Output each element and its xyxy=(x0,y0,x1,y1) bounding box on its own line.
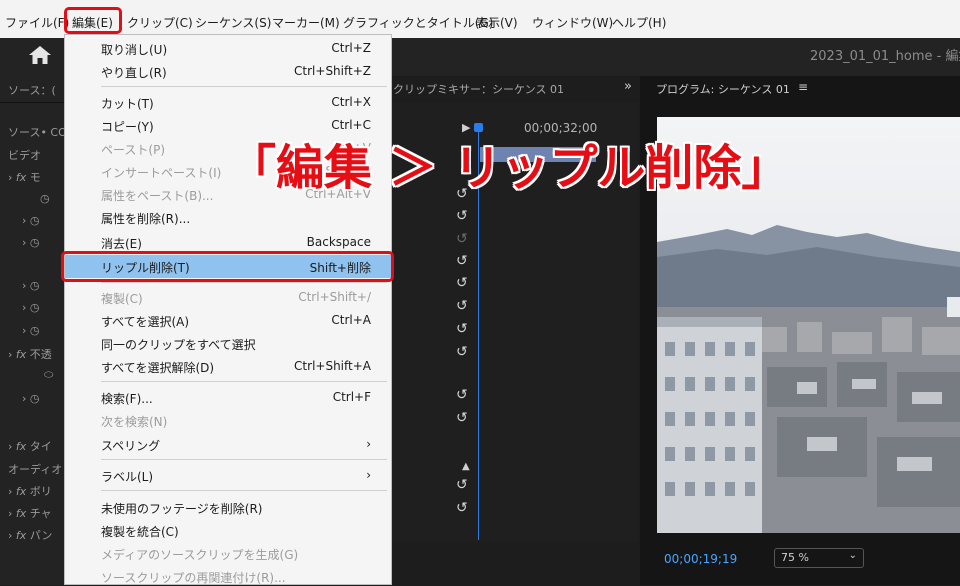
home-icon[interactable] xyxy=(28,45,52,65)
menu-separator xyxy=(101,490,387,491)
menu-marker[interactable]: マーカー(M) xyxy=(272,14,340,31)
edit-menu-dropdown: 取り消し(U) Ctrl+Z やり直し(R) Ctrl+Shift+Z カット(T)… xyxy=(64,34,392,585)
menu-item-select-all-matching[interactable]: 同一のクリップをすべて選択 xyxy=(65,333,391,353)
stopwatch-icon[interactable]: ◷ xyxy=(40,192,50,205)
reset-icon[interactable]: ↺ xyxy=(456,477,468,493)
menu-separator xyxy=(101,86,387,87)
reset-icon[interactable]: ↺ xyxy=(456,231,468,247)
menu-graphics[interactable]: グラフィックとタイトル(G) xyxy=(343,14,493,31)
project-title: 2023_01_01_home - 編集 xyxy=(810,49,960,64)
menu-window[interactable]: ウィンドウ(W) xyxy=(532,14,613,31)
chevron-down-icon: ⌄ xyxy=(848,550,857,561)
expand-icon[interactable]: › ◷ xyxy=(22,301,40,314)
reset-icon[interactable]: ↺ xyxy=(456,321,468,337)
channel-row[interactable]: › fx チャ xyxy=(8,505,52,521)
expand-icon[interactable]: › ◷ xyxy=(22,236,40,249)
reset-icon[interactable]: ↺ xyxy=(456,253,468,269)
program-monitor-title[interactable]: プログラム: シーケンス 01 xyxy=(656,81,790,97)
menu-item-generate-source-clips[interactable]: メディアのソースクリップを生成(G) xyxy=(65,543,391,563)
menu-item-select-all[interactable]: すべてを選択(A) Ctrl+A xyxy=(65,310,391,330)
panner-row[interactable]: › fx パン xyxy=(8,527,52,543)
menu-view[interactable]: 表示(V) xyxy=(476,14,518,31)
motion-label: モ xyxy=(29,171,41,184)
reset-icon[interactable]: ↺ xyxy=(456,387,468,403)
motion-row[interactable]: › fx モ xyxy=(8,169,41,185)
clip-mixer-tab[interactable]: クリップミキサー：シーケンス 01 xyxy=(393,81,564,97)
panel-overflow-icon[interactable]: » xyxy=(624,79,632,94)
menu-bar: ファイル(F) 編集(E) クリップ(C) シーケンス(S) マーカー(M) グ… xyxy=(0,0,960,38)
menu-item-label[interactable]: ラベル(L) › xyxy=(65,465,391,485)
menu-item-find[interactable]: 検索(F)... Ctrl+F xyxy=(65,387,391,407)
collapse-arrow-icon[interactable]: ▲ xyxy=(462,461,470,472)
menu-separator xyxy=(101,459,387,460)
volume-label: ボリ xyxy=(29,485,52,498)
volume-row[interactable]: › fx ボリ xyxy=(8,483,52,499)
panel-menu-icon[interactable]: ≡ xyxy=(798,80,808,94)
program-timecode[interactable]: 00;00;19;19 xyxy=(664,552,737,566)
source-clip-label: ソース• CO xyxy=(8,126,67,139)
panner-label: パン xyxy=(29,529,53,542)
channel-label: チャ xyxy=(29,507,52,520)
mask-ellipse-icon[interactable]: ⬭ xyxy=(44,368,53,382)
menu-file[interactable]: ファイル(F) xyxy=(5,14,69,31)
annotation-caption: 「編集 ＞ リップル削除」 xyxy=(228,140,790,196)
reset-icon[interactable]: ↺ xyxy=(456,410,468,426)
reset-icon[interactable]: ↺ xyxy=(456,298,468,314)
menu-item-spelling[interactable]: スペリング › xyxy=(65,434,391,454)
menu-item-clear[interactable]: 消去(E) Backspace xyxy=(65,232,391,252)
expand-icon[interactable]: › ◷ xyxy=(22,324,40,337)
menu-item-redo[interactable]: やり直し(R) Ctrl+Shift+Z xyxy=(65,61,391,81)
opacity-label: 不透 xyxy=(29,348,52,361)
menu-help[interactable]: ヘルプ(H) xyxy=(612,14,666,31)
menu-item-undo[interactable]: 取り消し(U) Ctrl+Z xyxy=(65,38,391,58)
reset-icon[interactable]: ↺ xyxy=(456,500,468,516)
menu-item-duplicate[interactable]: 複製(C) Ctrl+Shift+/ xyxy=(65,287,391,307)
submenu-arrow-icon: › xyxy=(366,468,371,482)
video-section-label: ビデオ xyxy=(8,149,41,162)
zoom-level-select[interactable]: 75 % ⌄ xyxy=(774,548,864,568)
edit-menu-highlight-ring xyxy=(64,7,122,34)
type-label: タイ xyxy=(29,440,52,453)
reset-icon[interactable]: ↺ xyxy=(456,208,468,224)
zoom-level-value: 75 % xyxy=(781,551,809,564)
opacity-row[interactable]: › fx 不透 xyxy=(8,346,52,362)
expand-icon[interactable]: › ◷ xyxy=(22,214,40,227)
ripple-delete-highlight-ring xyxy=(61,251,394,282)
menu-item-remove-unused[interactable]: 未使用のフッテージを削除(R) xyxy=(65,497,391,517)
menu-separator xyxy=(101,282,387,283)
submenu-arrow-icon: › xyxy=(366,437,371,451)
menu-sequence[interactable]: シーケンス(S) xyxy=(195,14,271,31)
menu-item-consolidate-duplicates[interactable]: 複製を統合(C) xyxy=(65,520,391,540)
menu-item-remove-attributes[interactable]: 属性を削除(R)... xyxy=(65,207,391,227)
menu-item-relink-source-clips[interactable]: ソースクリップの再関連付け(R)... xyxy=(65,566,391,586)
menu-item-deselect-all[interactable]: すべてを選択解除(D) Ctrl+Shift+A xyxy=(65,356,391,376)
type-row[interactable]: › fx タイ xyxy=(8,438,52,454)
expand-icon[interactable]: › ◷ xyxy=(22,392,40,405)
source-tab[interactable]: ソース：( xyxy=(8,82,56,98)
expand-icon[interactable]: › ◷ xyxy=(22,279,40,292)
reset-icon[interactable]: ↺ xyxy=(456,275,468,291)
menu-item-find-next[interactable]: 次を検索(N) xyxy=(65,410,391,430)
menu-clip[interactable]: クリップ(C) xyxy=(127,14,193,31)
audio-section-label: オーディオ xyxy=(8,463,63,476)
reset-icon[interactable]: ↺ xyxy=(456,344,468,360)
menu-separator xyxy=(101,381,387,382)
menu-item-cut[interactable]: カット(T) Ctrl+X xyxy=(65,92,391,112)
